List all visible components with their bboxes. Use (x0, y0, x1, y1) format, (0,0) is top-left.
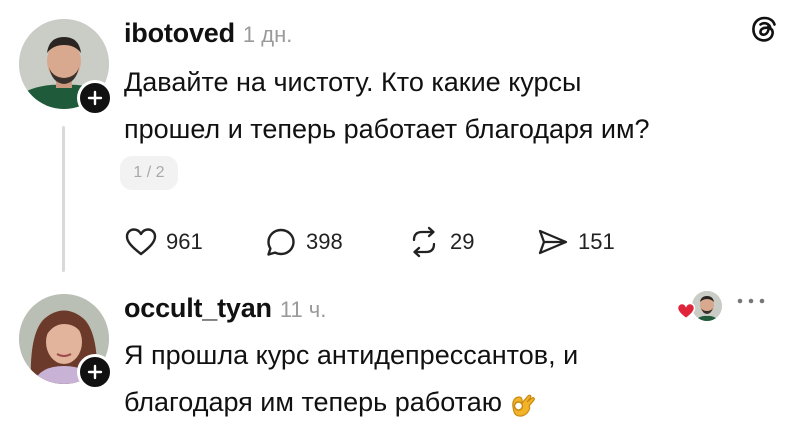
share-count: 151 (578, 229, 615, 254)
ok-hand-emoji (512, 394, 535, 417)
more-dots-icon[interactable] (736, 296, 766, 306)
post-time: 11 ч. (279, 297, 327, 322)
page-indicator: 1 / 2 (120, 156, 178, 190)
reply-post: occult_tyan 11 ч. Я прошла курс антидепр… (0, 272, 800, 429)
author-avatar-image (692, 291, 722, 321)
follow-button[interactable] (77, 354, 113, 390)
send-icon (538, 229, 568, 255)
plus-icon (87, 364, 103, 380)
post-text: Я прошла курс антидепрессантов, и благод… (124, 332, 724, 426)
threads-logo-icon[interactable] (748, 14, 780, 46)
repost-icon (412, 226, 436, 258)
like-count: 961 (166, 229, 203, 254)
thread-line (62, 126, 65, 272)
repost-button[interactable]: 29 (406, 222, 474, 262)
post-text: Давайте на чистоту. Кто какие курсы прош… (124, 67, 650, 144)
username[interactable]: occult_tyan (124, 293, 272, 324)
username[interactable]: ibotoved (124, 18, 235, 49)
follow-button[interactable] (77, 80, 113, 116)
comment-icon (267, 228, 295, 256)
author-liked-heart-icon (676, 302, 696, 320)
post-header: ibotoved 1 дн. (124, 18, 292, 49)
post-header: occult_tyan 11 ч. (124, 293, 326, 324)
post-time: 1 дн. (242, 22, 293, 47)
heart-icon (125, 228, 157, 256)
like-button[interactable]: 961 (124, 222, 203, 262)
plus-icon (87, 90, 103, 106)
comment-button[interactable]: 398 (264, 222, 343, 262)
share-button[interactable]: 151 (536, 222, 615, 262)
thread-post: ibotoved 1 дн. Давайте на чистоту. Кто к… (0, 0, 800, 272)
comment-count: 398 (306, 229, 343, 254)
repost-count: 29 (450, 229, 475, 254)
